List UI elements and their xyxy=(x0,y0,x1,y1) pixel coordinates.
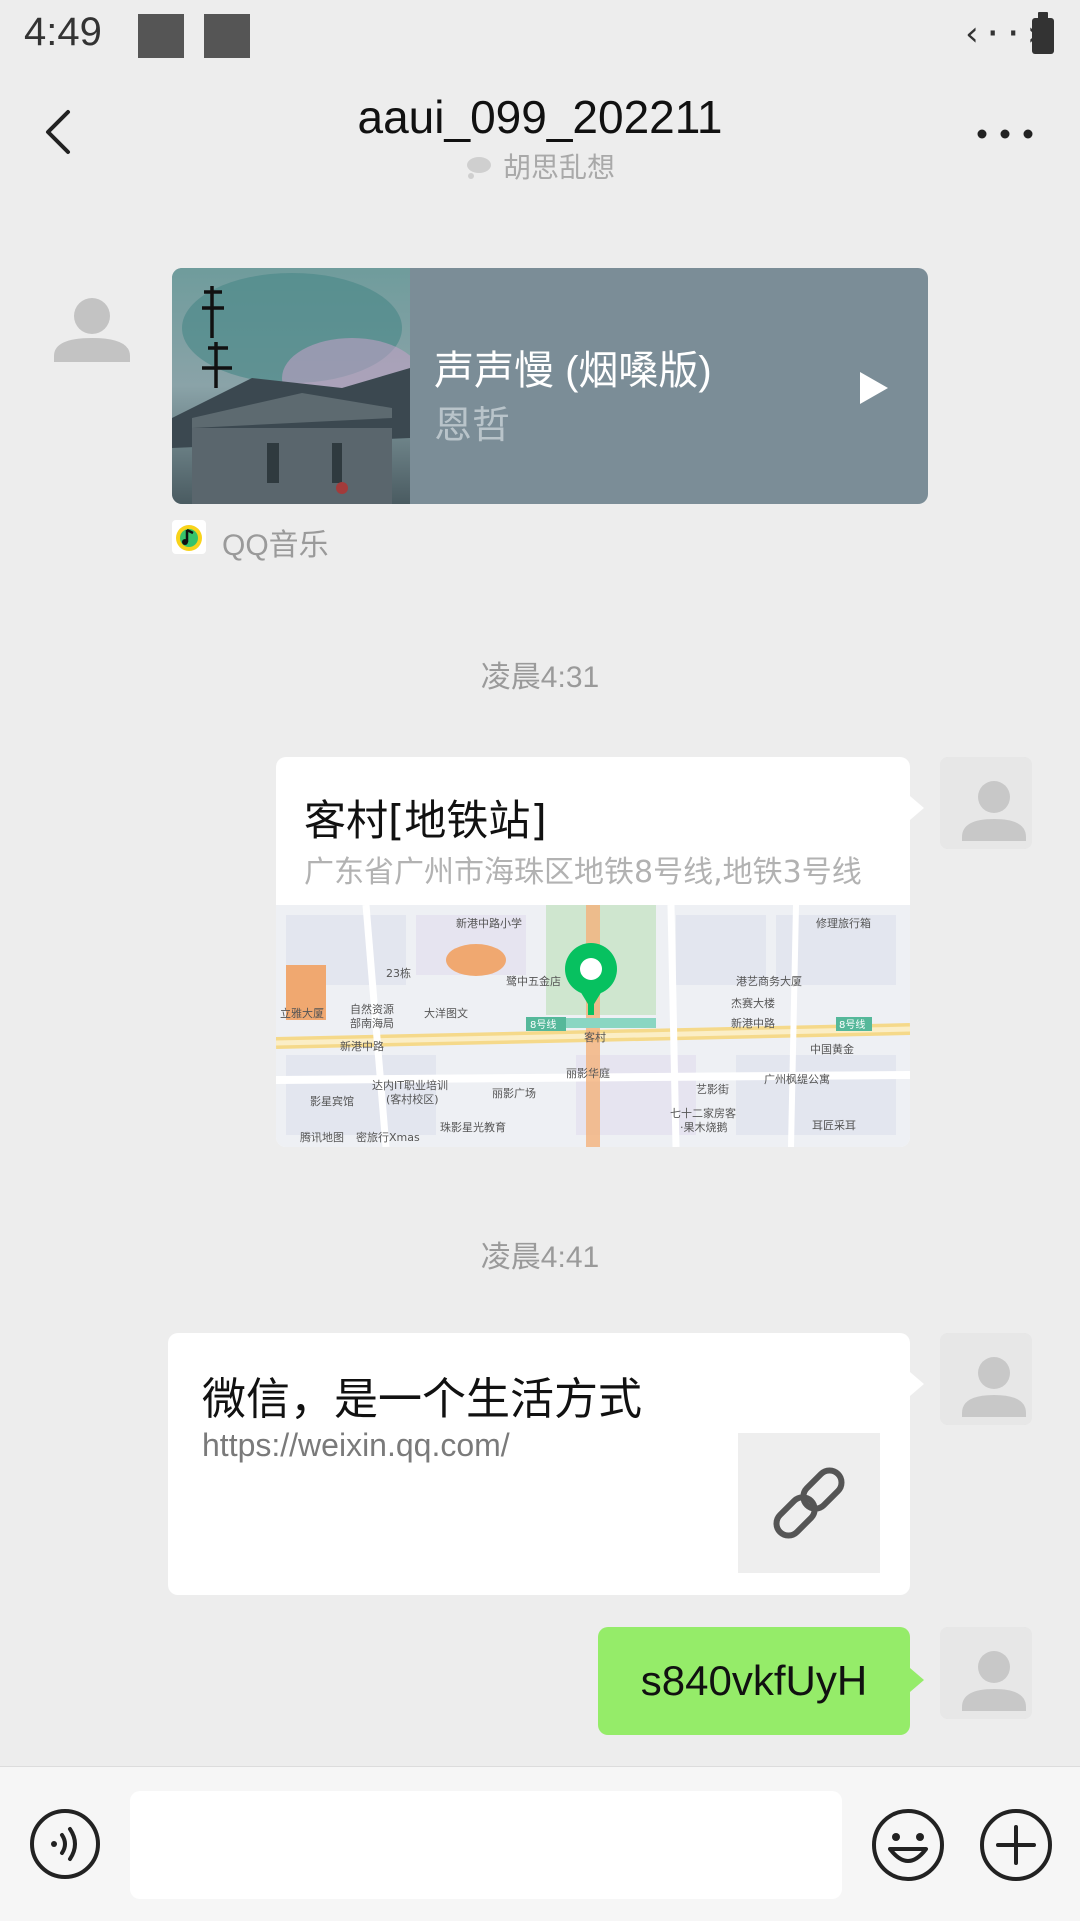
svg-text:修理旅行箱: 修理旅行箱 xyxy=(816,916,871,930)
svg-text:影星宾馆: 影星宾馆 xyxy=(310,1094,354,1108)
back-button[interactable] xyxy=(30,102,90,162)
svg-text:达内IT职业培训: 达内IT职业培训 xyxy=(372,1078,448,1092)
link-card[interactable]: 微信，是一个生活方式 https://weixin.qq.com/ xyxy=(168,1333,910,1595)
bubble-tail xyxy=(910,1668,924,1692)
qq-music-icon xyxy=(172,520,206,554)
bubble-tail xyxy=(910,1372,924,1396)
link-thumbnail xyxy=(738,1433,880,1573)
location-address: 广东省广州市海珠区地铁8号线,地铁3号线 xyxy=(304,855,862,890)
bubble-tail xyxy=(910,796,924,820)
play-button[interactable] xyxy=(852,368,892,408)
notification-icon xyxy=(204,14,250,58)
emoji-button[interactable] xyxy=(870,1807,946,1883)
svg-text:七十二家房客: 七十二家房客 xyxy=(670,1106,736,1120)
link-title: 微信，是一个生活方式 xyxy=(202,1374,642,1425)
voice-icon xyxy=(30,1809,100,1879)
avatar-icon xyxy=(940,1333,1032,1425)
input-bar xyxy=(0,1766,1080,1921)
svg-text:港艺商务大厦: 港艺商务大厦 xyxy=(736,974,802,988)
svg-text:23栋: 23栋 xyxy=(386,966,411,980)
subtitle-text: 胡思乱想 xyxy=(502,151,615,184)
svg-text:腾讯地图: 腾讯地图 xyxy=(300,1130,344,1144)
message-timestamp: 凌晨4:31 xyxy=(480,661,600,694)
sent-message-bubble[interactable]: s840vkfUyH xyxy=(598,1627,910,1735)
svg-text:珠影星光教育: 珠影星光教育 xyxy=(440,1120,506,1134)
message-text: s840vkfUyH xyxy=(640,1657,868,1704)
svg-text:丽影华庭: 丽影华庭 xyxy=(566,1066,610,1080)
avatar-icon xyxy=(940,1627,1032,1719)
location-title: 客村[地铁站] xyxy=(304,796,547,845)
svg-text:新港中路小学: 新港中路小学 xyxy=(456,916,522,930)
plus-button[interactable] xyxy=(978,1807,1054,1883)
svg-text:自然资源: 自然资源 xyxy=(350,1002,394,1016)
status-time: 4:49 xyxy=(24,10,102,54)
more-icon xyxy=(977,129,1033,139)
music-card[interactable]: 声声慢 (烟嗓版) 恩哲 xyxy=(172,268,928,504)
voice-button[interactable] xyxy=(28,1807,102,1881)
music-title: 声声慢 (烟嗓版) xyxy=(434,349,712,393)
link-icon xyxy=(773,1467,845,1539)
svg-text:中国黄金: 中国黄金 xyxy=(810,1042,854,1056)
svg-text:密旅行Xmas: 密旅行Xmas xyxy=(356,1130,420,1144)
avatar-icon xyxy=(940,757,1032,849)
chat-title: aaui_099_202211 xyxy=(357,91,723,143)
music-artist: 恩哲 xyxy=(434,405,511,447)
chat-subtitle: 胡思乱想 xyxy=(0,146,1080,186)
link-url: https://weixin.qq.com/ xyxy=(202,1427,510,1463)
svg-text:新港中路: 新港中路 xyxy=(340,1039,384,1053)
svg-text:客村: 客村 xyxy=(584,1030,606,1044)
play-icon xyxy=(860,372,888,404)
svg-text:艺影街: 艺影街 xyxy=(696,1082,729,1096)
location-map: 新港中路小学 鹭中五金店 23栋 自然资源 部南海局 大洋图文 立雅大厦 新港中… xyxy=(276,904,910,1147)
svg-text:8号线: 8号线 xyxy=(839,1018,865,1031)
svg-text:鹭中五金店: 鹭中五金店 xyxy=(506,974,561,988)
svg-text:8号线: 8号线 xyxy=(530,1018,556,1031)
chat-header: aaui_099_202211 胡思乱想 xyxy=(0,72,1080,192)
avatar-icon xyxy=(54,298,130,362)
back-icon xyxy=(46,110,70,154)
svg-text:杰赛大楼: 杰赛大楼 xyxy=(731,996,775,1010)
notification-icon xyxy=(138,14,184,58)
chat-bubble-icon xyxy=(465,153,493,186)
my-avatar[interactable] xyxy=(940,1627,1032,1719)
more-button[interactable] xyxy=(970,104,1040,164)
my-avatar[interactable] xyxy=(940,757,1032,849)
location-card[interactable]: 客村[地铁站] 广东省广州市海珠区地铁8号线,地铁3号线 新港中路小学 鹭中五金… xyxy=(276,757,910,1147)
message-timestamp: 凌晨4:41 xyxy=(480,1241,600,1274)
message-input[interactable] xyxy=(130,1791,842,1899)
svg-text:部南海局: 部南海局 xyxy=(350,1016,394,1030)
svg-text:耳匠采耳: 耳匠采耳 xyxy=(812,1119,856,1132)
music-source-label: QQ音乐 xyxy=(222,529,329,562)
battery-icon xyxy=(1032,12,1054,54)
svg-text:·果木烧鹅: ·果木烧鹅 xyxy=(680,1120,728,1134)
contact-avatar[interactable] xyxy=(46,286,138,378)
status-bar: 4:49 ‹··› xyxy=(0,0,1080,72)
svg-text:(客村校区): (客村校区) xyxy=(386,1092,439,1106)
svg-text:新港中路: 新港中路 xyxy=(731,1016,775,1030)
svg-text:广州枫缇公寓: 广州枫缇公寓 xyxy=(764,1072,830,1086)
svg-text:立雅大厦: 立雅大厦 xyxy=(280,1006,324,1020)
album-cover xyxy=(172,268,422,504)
my-avatar[interactable] xyxy=(940,1333,1032,1425)
svg-text:大洋图文: 大洋图文 xyxy=(424,1006,468,1020)
emoji-icon xyxy=(872,1809,944,1881)
svg-text:丽影广场: 丽影广场 xyxy=(492,1086,536,1100)
plus-icon xyxy=(980,1809,1052,1881)
